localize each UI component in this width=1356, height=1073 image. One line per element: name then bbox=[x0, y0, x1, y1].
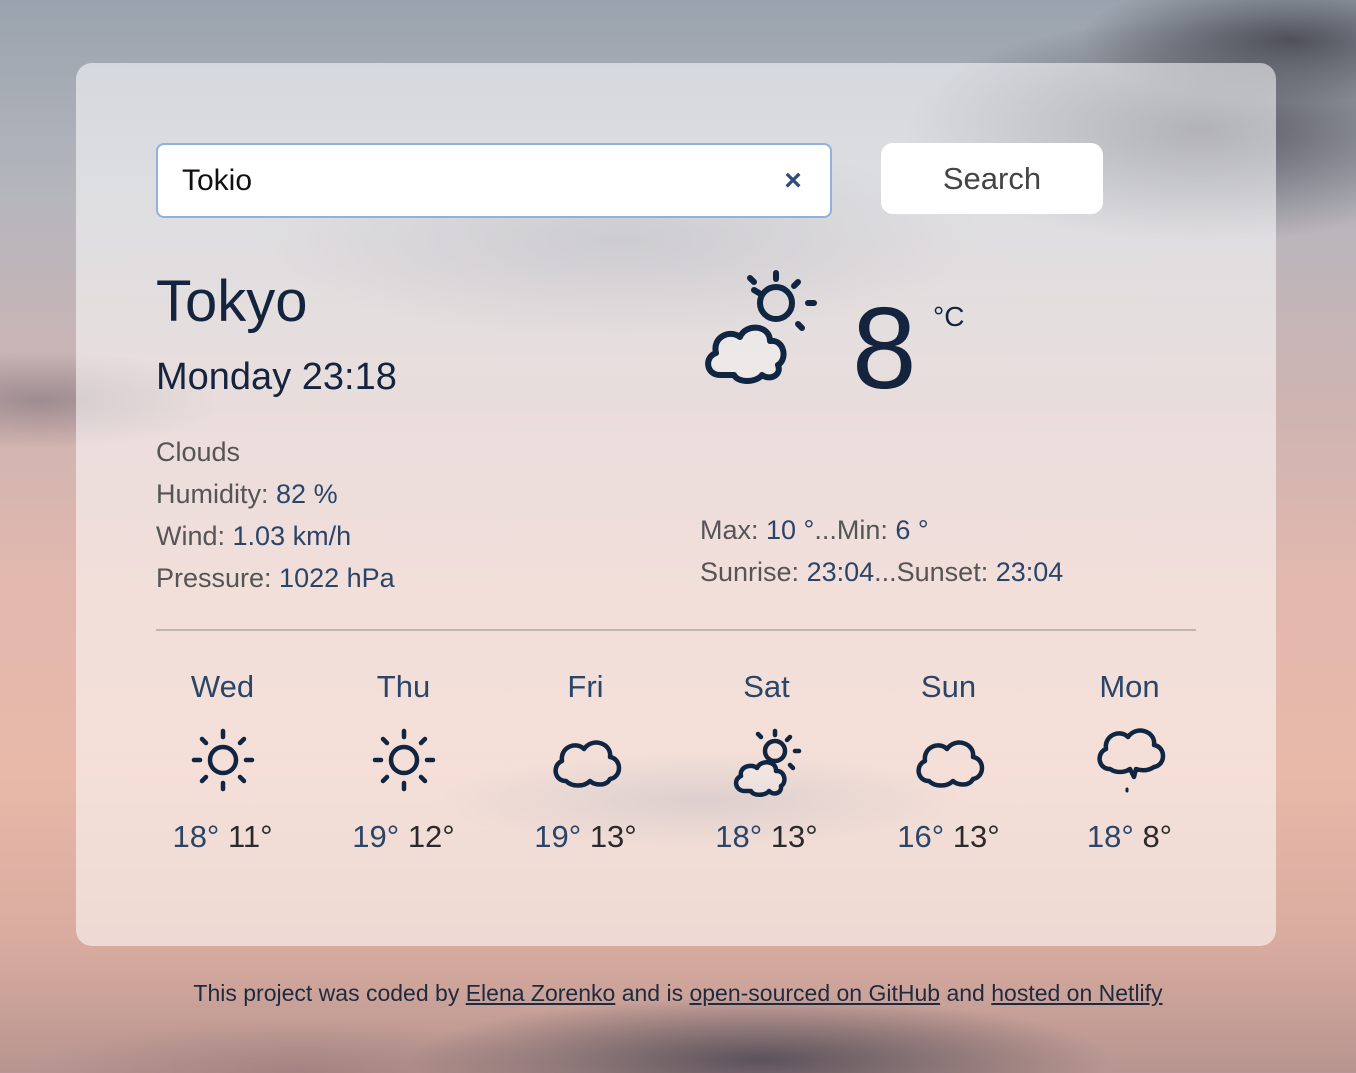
city-name: Tokyo bbox=[156, 269, 308, 334]
forecast-day: Mon 18° 8° bbox=[1039, 665, 1220, 855]
temperature-unit: °C bbox=[933, 301, 965, 332]
forecast-day-name: Sat bbox=[743, 669, 790, 704]
forecast-max: 19° bbox=[352, 819, 400, 854]
forecast-max: 16° bbox=[897, 819, 945, 854]
sun-row: Sunrise: 23:04...Sunset: 23:04 bbox=[700, 551, 1063, 593]
close-icon[interactable]: × bbox=[782, 166, 804, 196]
humidity-value: 82 % bbox=[276, 479, 338, 509]
min-label: ...Min: bbox=[814, 515, 896, 545]
forecast-day: Wed 18° 11° bbox=[132, 665, 313, 855]
forecast-min: 11° bbox=[227, 819, 273, 854]
search-button[interactable]: Search bbox=[881, 143, 1103, 214]
forecast-day-name: Thu bbox=[376, 669, 431, 704]
forecast-temps: 19° 13° bbox=[495, 819, 676, 855]
forecast-temps: 16° 13° bbox=[858, 819, 1039, 855]
forecast-max: 18° bbox=[715, 819, 763, 854]
wind-value: 1.03 km/h bbox=[232, 521, 352, 551]
forecast-temps: 18° 8° bbox=[1039, 819, 1220, 855]
sunrise-value: 23:04 bbox=[806, 557, 875, 587]
weather-card: × Search Tokyo Monday 23:18 Clouds Humid… bbox=[76, 63, 1276, 946]
forecast-min: 8° bbox=[1142, 819, 1173, 854]
humidity-row: Humidity: 82 % bbox=[156, 473, 395, 515]
search-input[interactable] bbox=[158, 145, 830, 216]
forecast-temps: 19° 12° bbox=[313, 819, 494, 855]
forecast-min: 13° bbox=[589, 819, 637, 854]
forecast-max: 18° bbox=[1086, 819, 1134, 854]
weather-details: Clouds Humidity: 82 % Wind: 1.03 km/h Pr… bbox=[156, 431, 395, 599]
footer-text: and bbox=[940, 980, 992, 1006]
pressure-label: Pressure: bbox=[156, 563, 280, 593]
pressure-row: Pressure: 1022 hPa bbox=[156, 557, 395, 599]
forecast-day-name: Wed bbox=[190, 669, 255, 704]
wind-row: Wind: 1.03 km/h bbox=[156, 515, 395, 557]
current-datetime: Monday 23:18 bbox=[156, 356, 397, 398]
search-field[interactable]: × bbox=[156, 143, 832, 218]
forecast-day: Thu 19° 12° bbox=[313, 665, 494, 855]
footer-text: and is bbox=[615, 980, 690, 1006]
minmax-row: Max: 10 °...Min: 6 ° bbox=[700, 509, 1063, 551]
netlify-link[interactable]: hosted on Netlify bbox=[991, 980, 1162, 1006]
sun-icon bbox=[372, 728, 435, 792]
partly-cloudy-icon bbox=[705, 270, 817, 384]
partly-cloudy-icon bbox=[733, 728, 801, 797]
forecast-day: Sun 16° 13° bbox=[858, 665, 1039, 855]
forecast-list: Wed 18° 11° Thu 19° 12° Fri 19° 13° Sat … bbox=[132, 665, 1222, 865]
max-label: Max: bbox=[700, 515, 767, 545]
forecast-day-name: Fri bbox=[567, 669, 604, 704]
cloud-icon bbox=[552, 740, 621, 788]
author-link[interactable]: Elena Zorenko bbox=[466, 980, 616, 1006]
current-temperature: 8 bbox=[852, 283, 917, 413]
footer: This project was coded by Elena Zorenko … bbox=[0, 980, 1356, 1007]
minmax-sun-info: Max: 10 °...Min: 6 ° Sunrise: 23:04...Su… bbox=[700, 509, 1063, 593]
forecast-temps: 18° 13° bbox=[676, 819, 857, 855]
forecast-day: Sat 18° 13° bbox=[676, 665, 857, 855]
forecast-min: 12° bbox=[407, 819, 455, 854]
forecast-day: Fri 19° 13° bbox=[495, 665, 676, 855]
forecast-max: 18° bbox=[172, 819, 220, 854]
forecast-min: 13° bbox=[952, 819, 1000, 854]
forecast-day-name: Mon bbox=[1099, 669, 1160, 704]
github-link[interactable]: open-sourced on GitHub bbox=[689, 980, 940, 1006]
footer-text: This project was coded by bbox=[193, 980, 466, 1006]
sunset-label: ...Sunset: bbox=[874, 557, 996, 587]
sun-icon bbox=[191, 728, 254, 792]
sunset-value: 23:04 bbox=[995, 557, 1064, 587]
weather-description: Clouds bbox=[156, 437, 241, 467]
forecast-min: 13° bbox=[770, 819, 818, 854]
min-value: 6 ° bbox=[895, 515, 929, 545]
max-value: 10 ° bbox=[766, 515, 815, 545]
forecast-max: 19° bbox=[534, 819, 582, 854]
wind-label: Wind: bbox=[156, 521, 233, 551]
rain-cloud-icon bbox=[1096, 728, 1165, 793]
forecast-day-name: Sun bbox=[920, 669, 977, 704]
sunrise-label: Sunrise: bbox=[700, 557, 807, 587]
divider bbox=[156, 629, 1196, 631]
humidity-label: Humidity: bbox=[156, 479, 277, 509]
pressure-value: 1022 hPa bbox=[279, 563, 395, 593]
cloud-icon bbox=[915, 740, 984, 788]
forecast-temps: 18° 11° bbox=[132, 819, 313, 855]
